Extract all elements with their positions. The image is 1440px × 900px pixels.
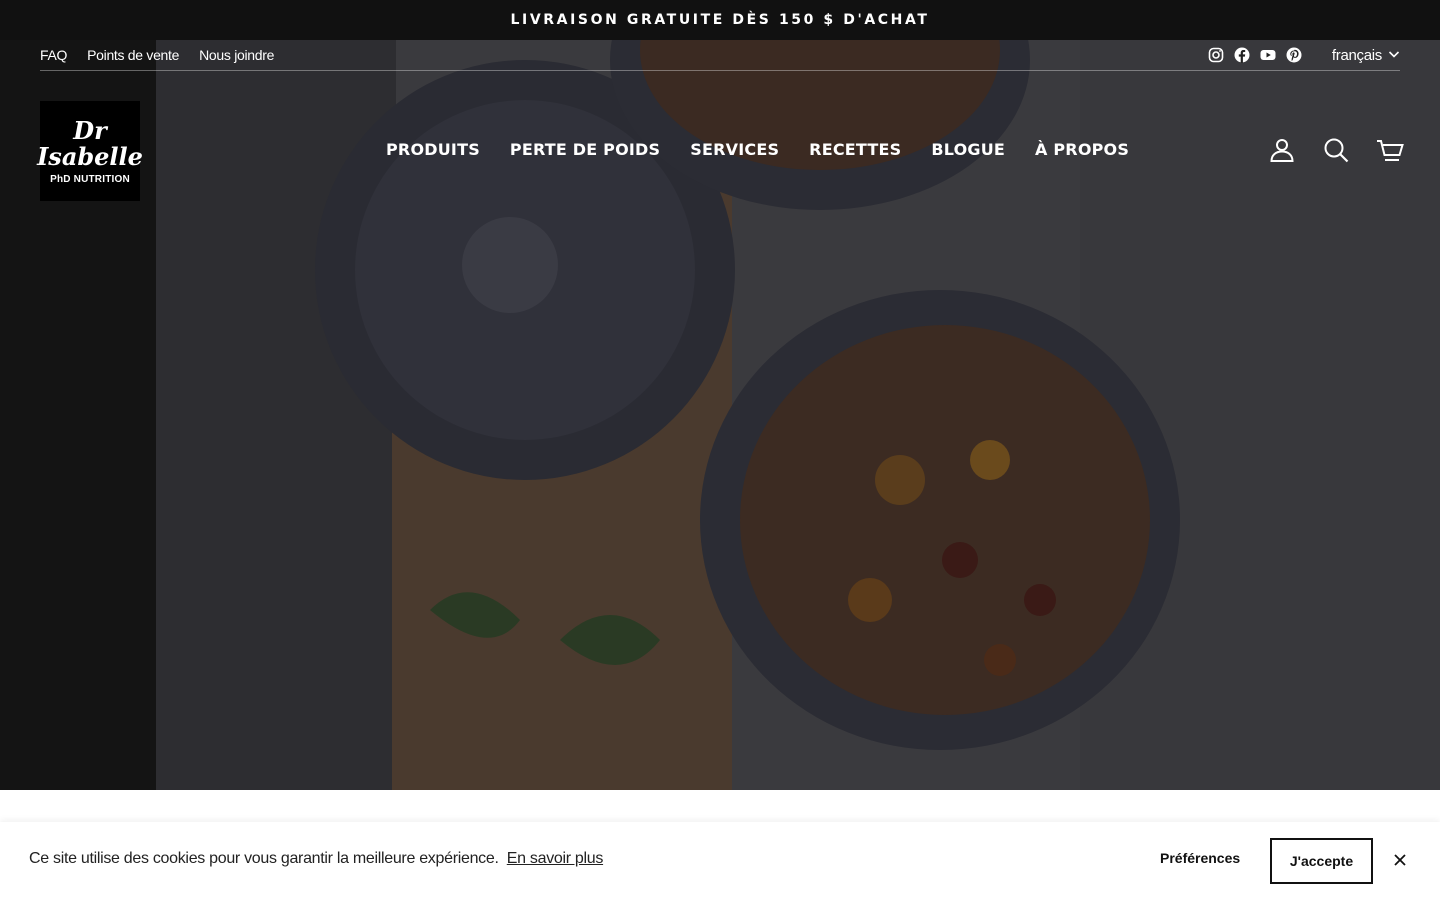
logo-line-isabelle: Isabelle (37, 141, 143, 171)
header-icons (1268, 136, 1404, 164)
cookie-message-wrapper: Ce site utilise des cookies pour vous ga… (29, 850, 603, 868)
nav-blogue[interactable]: BLOGUE (931, 140, 1005, 159)
nav-services[interactable]: SERVICES (690, 140, 779, 159)
chevron-down-icon (1388, 47, 1400, 64)
nav-recettes[interactable]: RECETTES (809, 140, 901, 159)
utility-links: FAQ Points de vente Nous joindre (40, 47, 274, 63)
faq-link[interactable]: FAQ (40, 47, 67, 63)
account-icon[interactable] (1268, 136, 1296, 164)
cart-icon[interactable] (1376, 136, 1404, 164)
utility-right: français (1208, 47, 1400, 64)
cookie-learn-more-link[interactable]: En savoir plus (507, 850, 604, 867)
pinterest-icon[interactable] (1286, 47, 1302, 63)
search-icon[interactable] (1322, 136, 1350, 164)
logo-line-dr: Dr (73, 115, 107, 145)
language-selector[interactable]: français (1332, 47, 1400, 64)
nav-a-propos[interactable]: À PROPOS (1035, 140, 1129, 159)
instagram-icon[interactable] (1208, 47, 1224, 63)
language-label: français (1331, 46, 1382, 64)
logo-line-phd: PhD NUTRITION (50, 173, 130, 185)
announcement-text: LIVRAISON GRATUITE DÈS 150 $ D'ACHAT (510, 12, 930, 28)
cookie-message: Ce site utilise des cookies pour vous ga… (29, 850, 499, 867)
social-links (1208, 47, 1302, 63)
nav-produits[interactable]: PRODUITS (386, 140, 480, 159)
site-logo[interactable]: Dr Isabelle PhD NUTRITION (37, 101, 143, 201)
utility-bar: FAQ Points de vente Nous joindre françai… (40, 40, 1400, 71)
points-de-vente-link[interactable]: Points de vente (87, 47, 179, 63)
preferences-button[interactable]: Préférences (1160, 850, 1240, 866)
accept-button[interactable]: J'accepte (1270, 838, 1373, 884)
cookie-banner: Ce site utilise des cookies pour vous ga… (0, 822, 1440, 900)
nous-joindre-link[interactable]: Nous joindre (199, 47, 274, 63)
nav-perte-de-poids[interactable]: PERTE DE POIDS (510, 140, 660, 159)
facebook-icon[interactable] (1234, 47, 1250, 63)
youtube-icon[interactable] (1260, 47, 1276, 63)
main-nav: PRODUITS PERTE DE POIDS SERVICES RECETTE… (386, 140, 1129, 159)
close-icon[interactable] (1392, 852, 1408, 868)
announcement-bar: LIVRAISON GRATUITE DÈS 150 $ D'ACHAT (0, 0, 1440, 40)
